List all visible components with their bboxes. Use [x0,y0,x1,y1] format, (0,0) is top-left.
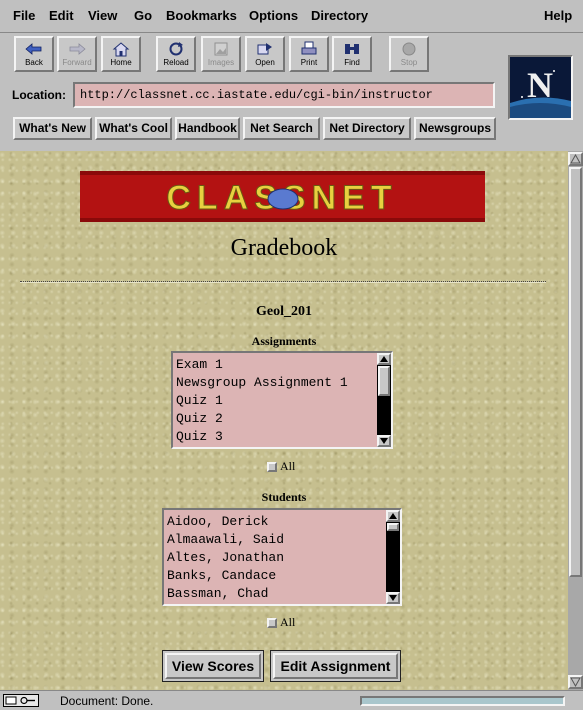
forward-arrow-icon [69,43,86,55]
newsgroups-button[interactable]: Newsgroups [414,117,496,140]
page-title: Gradebook [230,235,338,261]
list-item[interactable]: Newsgroup Assignment 1 [173,374,391,392]
net-directory-button[interactable]: Net Directory [323,117,411,140]
assignments-all-checkbox[interactable] [267,462,277,473]
students-all-label: All [280,615,296,629]
menu-bookmarks[interactable]: Bookmarks [166,8,237,23]
find-icon [345,44,359,54]
images-icon [214,42,228,56]
print-label: Print [300,58,318,67]
page-scrollbar[interactable] [568,151,583,690]
svg-text:N: N [527,65,553,105]
list-item[interactable]: Altes, Jonathan [164,549,400,567]
page-content: CLASSNET Gradebook Geol_201 Assignments … [0,151,568,690]
students-scrollbar[interactable] [386,510,400,604]
find-button[interactable]: Find [332,36,372,72]
menu-directory[interactable]: Directory [311,8,368,23]
students-list[interactable]: Aidoo, Derick Almaawali, Said Altes, Jon… [162,508,402,606]
home-button[interactable]: Home [101,36,141,72]
scroll-thumb[interactable] [569,167,582,577]
scroll-up-arrow-icon[interactable] [386,510,400,522]
menu-file[interactable]: File [13,8,35,23]
open-label: Open [255,58,275,67]
home-icon [112,42,130,57]
whats-new-button[interactable]: What's New [13,117,92,140]
scroll-thumb[interactable] [387,523,399,531]
back-button[interactable]: Back [14,36,54,72]
status-bar: Document: Done. [0,690,583,710]
list-item[interactable]: Bassman, Chad [164,585,400,603]
list-item[interactable]: Quiz 1 [173,392,391,410]
scroll-down-arrow-icon[interactable] [377,435,391,447]
assignments-list[interactable]: Exam 1 Newsgroup Assignment 1 Quiz 1 Qui… [171,351,393,449]
menu-view[interactable]: View [88,8,117,23]
security-key-icon[interactable] [3,694,39,707]
assignments-all-row[interactable]: All [267,459,295,474]
scroll-thumb[interactable] [378,366,390,396]
scroll-down-arrow-icon[interactable] [568,675,583,689]
menu-options[interactable]: Options [249,8,298,23]
list-item[interactable]: Quiz 2 [173,410,391,428]
divider [20,281,546,283]
stop-button[interactable]: Stop [389,36,429,72]
home-label: Home [110,58,132,67]
scroll-up-arrow-icon[interactable] [568,152,583,166]
edit-assignment-label: Edit Assignment [273,653,398,679]
scroll-down-arrow-icon[interactable] [386,592,400,604]
list-item[interactable]: Almaawali, Said [164,531,400,549]
globe-icon [267,188,299,210]
whats-cool-button[interactable]: What's Cool [95,117,172,140]
open-icon [257,43,272,55]
find-label: Find [344,58,360,67]
handbook-button[interactable]: Handbook [175,117,240,140]
reload-label: Reload [163,58,189,67]
toolbar: Back Forward Home Reload Images Open Pri… [0,33,583,151]
assignments-scrollbar[interactable] [377,353,391,447]
menu-bar: File Edit View Go Bookmarks Options Dire… [0,0,583,33]
classnet-banner: CLASSNET [80,171,485,222]
students-heading: Students [261,490,307,504]
location-input[interactable]: http://classnet.cc.iastate.edu/cgi-bin/i… [73,82,495,108]
netscape-logo: N [508,55,573,120]
menu-go[interactable]: Go [134,8,152,23]
view-scores-label: View Scores [165,653,261,679]
print-icon [301,41,317,55]
reload-icon [169,42,183,56]
view-scores-button[interactable]: View Scores [162,650,264,682]
assignments-heading: Assignments [251,334,317,348]
location-label: Location: [12,88,66,102]
students-all-checkbox[interactable] [267,618,277,629]
menu-help[interactable]: Help [544,8,572,23]
progress-bar [360,696,565,706]
students-all-row[interactable]: All [267,615,295,630]
back-arrow-icon [25,43,42,55]
netscape-n-icon: N [510,57,571,118]
stop-icon [402,42,416,56]
forward-button[interactable]: Forward [57,36,97,72]
scroll-up-arrow-icon[interactable] [377,353,391,365]
course-name: Geol_201 [256,304,312,319]
open-button[interactable]: Open [245,36,285,72]
reload-button[interactable]: Reload [156,36,196,72]
menu-edit[interactable]: Edit [49,8,74,23]
images-label: Images [207,58,235,67]
list-item[interactable]: Aidoo, Derick [164,513,400,531]
list-item[interactable]: Banks, Candace [164,567,400,585]
list-item[interactable]: Quiz 3 [173,428,391,446]
net-search-button[interactable]: Net Search [243,117,320,140]
list-item[interactable]: Exam 1 [173,356,391,374]
stop-label: Stop [400,58,418,67]
status-text: Document: Done. [60,694,154,708]
forward-label: Forward [62,58,92,67]
back-label: Back [25,58,43,67]
print-button[interactable]: Print [289,36,329,72]
classnet-logo: CLASSNET [80,171,485,222]
assignments-all-label: All [280,459,296,473]
edit-assignment-button[interactable]: Edit Assignment [270,650,401,682]
images-button[interactable]: Images [201,36,241,72]
